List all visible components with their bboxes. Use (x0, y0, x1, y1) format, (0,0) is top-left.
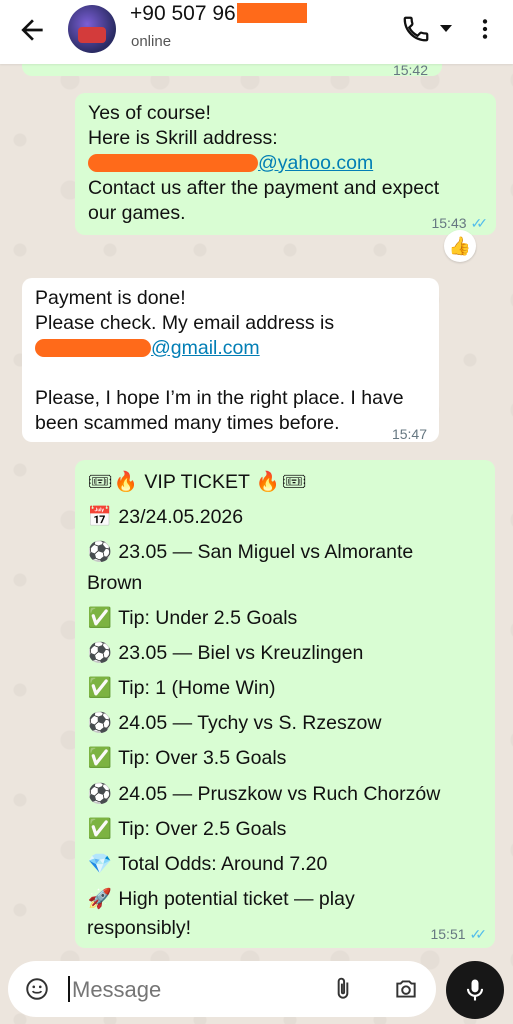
check-mark-icon: ✅ (87, 747, 113, 770)
contact-name[interactable]: +90 507 96 (130, 2, 307, 26)
read-receipt-icon: ✓✓ (469, 926, 488, 942)
camera-icon[interactable] (392, 976, 420, 1002)
message-line: Yes of course! (88, 102, 211, 124)
ticket-line: 🚀 High potential ticket — play (87, 882, 440, 917)
email-link[interactable]: @yahoo.com (88, 151, 439, 176)
redaction-mark (88, 154, 258, 172)
message-line: Please, I hope I’m in the right place. I… (35, 387, 404, 409)
chevron-down-icon[interactable] (438, 20, 454, 36)
ticket-line: ⚽ 23.05 — Biel vs Kreuzlingen (87, 636, 440, 671)
contact-status: online (131, 33, 172, 50)
text-cursor (68, 976, 70, 1002)
ticket-line: 💎 Total Odds: Around 7.20 (87, 847, 440, 882)
back-arrow-icon[interactable] (16, 14, 48, 46)
message-time: 15:47 (391, 426, 427, 442)
outgoing-message-bubble[interactable]: 🎟🔥 VIP TICKET 🔥🎟 📅 23/24.05.2026 ⚽ 23.05… (75, 460, 495, 948)
message-line: Contact us after the payment and expect (88, 177, 440, 199)
diamond-icon: 💎 (87, 852, 113, 875)
message-meta: 15:51 ✓✓ (430, 922, 488, 947)
message-line: Payment is done! (35, 287, 186, 309)
voice-message-button[interactable] (446, 961, 504, 1019)
ticket-title-row: 🎟🔥 VIP TICKET 🔥🎟 (87, 465, 440, 500)
message-composer (8, 961, 436, 1017)
outgoing-message-bubble[interactable]: Yes of course! Here is Skrill address: @… (75, 93, 496, 235)
soccer-ball-icon: ⚽ (87, 541, 113, 564)
ticket-line: ✅ Tip: Over 3.5 Goals (87, 741, 440, 776)
ticket-line: ⚽ 24.05 — Tychy vs S. Rzeszow (87, 706, 440, 741)
read-receipt-icon: ✓✓ (470, 215, 489, 231)
ticket-line: ⚽ 23.05 — San Miguel vs Almorante (87, 535, 440, 570)
ticket-icon: 🎟 (281, 471, 307, 493)
ticket-title: VIP TICKET (144, 471, 250, 493)
message-line: Please check. My email address is (35, 312, 335, 334)
voice-call-icon[interactable] (401, 14, 431, 44)
fire-icon: 🔥 (255, 471, 281, 493)
more-options-icon[interactable] (472, 14, 498, 44)
message-input[interactable] (70, 973, 324, 1007)
ticket-icon: 🎟 (87, 471, 113, 493)
soccer-ball-icon: ⚽ (87, 782, 113, 805)
check-mark-icon: ✅ (87, 676, 113, 699)
check-mark-icon: ✅ (87, 606, 113, 629)
ticket-line: ✅ Tip: 1 (Home Win) (87, 671, 440, 706)
ticket-date-row: 📅 23/24.05.2026 (87, 500, 440, 535)
emoji-icon[interactable] (24, 976, 50, 1002)
redaction-mark (236, 3, 307, 23)
microphone-icon (466, 979, 484, 1001)
ticket-line: Brown (87, 571, 143, 594)
ticket-line: ⚽ 24.05 — Pruszkow vs Ruch Chorzów (87, 777, 440, 812)
rocket-icon: 🚀 (87, 888, 113, 911)
reaction-badge[interactable]: 👍 (444, 230, 476, 262)
contact-avatar[interactable] (68, 5, 116, 53)
message-line: been scammed many times before. (35, 412, 340, 434)
ticket-date: 23/24.05.2026 (118, 506, 244, 529)
check-mark-icon: ✅ (87, 817, 113, 840)
chat-header: +90 507 96 online (0, 0, 513, 64)
message-line: our games. (88, 202, 186, 224)
ticket-line: ✅ Tip: Over 2.5 Goals (87, 812, 440, 847)
calendar-icon: 📅 (87, 506, 113, 529)
fire-icon: 🔥 (113, 471, 139, 493)
ticket-line: ✅ Tip: Under 2.5 Goals (87, 601, 440, 636)
ticket-line: responsibly! (87, 917, 192, 940)
soccer-ball-icon: ⚽ (87, 641, 113, 664)
redaction-mark (35, 339, 151, 357)
email-link[interactable]: @gmail.com (35, 336, 404, 361)
message-line: Here is Skrill address: (88, 127, 278, 149)
attach-icon[interactable] (330, 974, 356, 1004)
incoming-message-bubble[interactable]: Payment is done! Please check. My email … (22, 278, 439, 442)
soccer-ball-icon: ⚽ (87, 712, 113, 735)
